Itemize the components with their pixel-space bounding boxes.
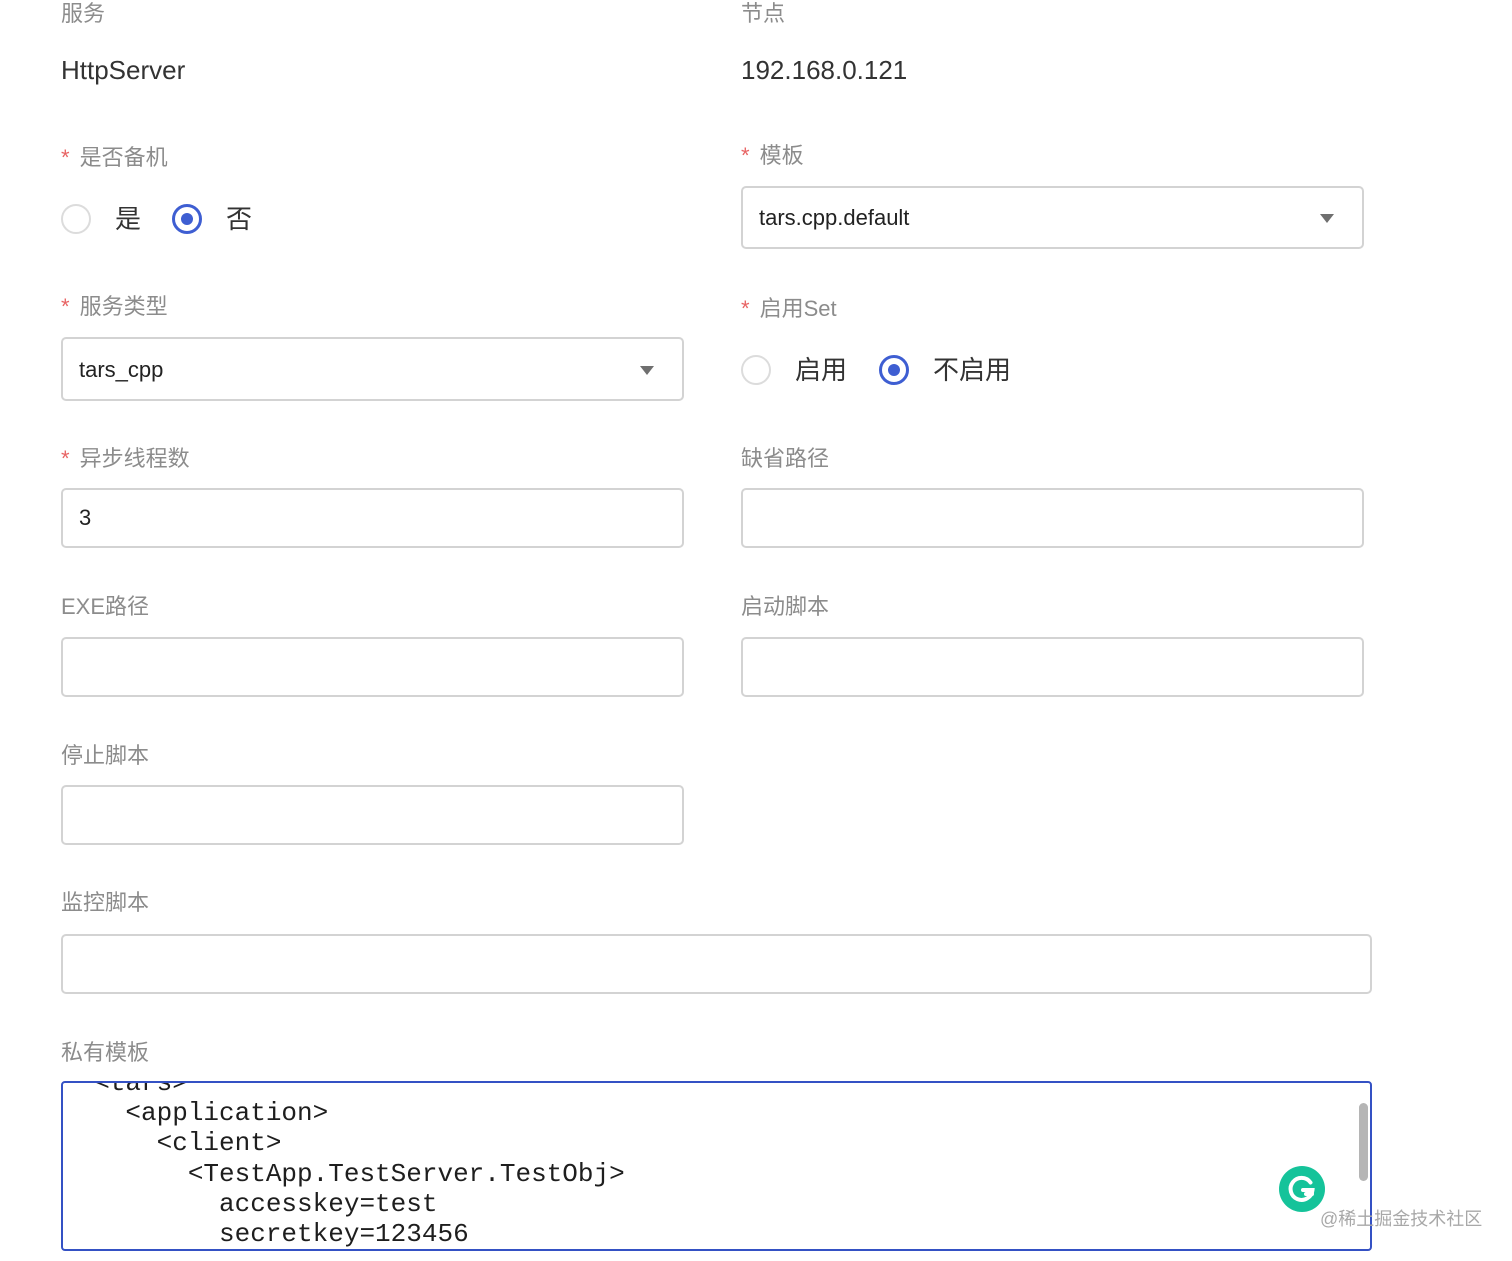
async-threads-input-value: 3 xyxy=(79,505,92,530)
code-line-1: <tars> xyxy=(63,1081,188,1098)
watermark-text: @稀土掘金技术社区 xyxy=(1320,1209,1483,1229)
template-select-value: tars.cpp.default xyxy=(759,205,910,230)
standby-radio-no-label[interactable]: 否 xyxy=(226,203,252,235)
node-value: 192.168.0.121 xyxy=(741,55,908,85)
standby-label: * 是否备机 xyxy=(61,145,168,170)
required-mark: * xyxy=(61,446,70,471)
required-mark: * xyxy=(61,294,70,319)
enable-set-radio-disable[interactable] xyxy=(879,355,909,385)
monitor-script-label: 监控脚本 xyxy=(61,890,150,915)
grammarly-g-glyph xyxy=(1288,1175,1315,1202)
default-path-label: 缺省路径 xyxy=(741,446,830,471)
template-select[interactable]: tars.cpp.default xyxy=(741,186,1364,249)
grammarly-g-icon[interactable] xyxy=(1279,1166,1325,1212)
enable-set-radio-enable[interactable] xyxy=(741,355,771,385)
monitor-script-input[interactable] xyxy=(61,934,1372,994)
required-mark: * xyxy=(741,143,750,168)
node-label: 节点 xyxy=(741,1,786,26)
async-threads-input[interactable]: 3 xyxy=(61,488,684,548)
exe-path-input[interactable] xyxy=(61,637,684,697)
private-template-label: 私有模板 xyxy=(61,1040,150,1065)
code-line-4: <TestApp.TestServer.TestObj> xyxy=(63,1159,625,1189)
enable-set-label: * 启用Set xyxy=(741,296,837,321)
enable-set-radio-group: 启用 不启用 xyxy=(741,352,1141,392)
stop-script-input[interactable] xyxy=(61,785,684,845)
service-label: 服务 xyxy=(61,1,106,26)
standby-radio-yes[interactable] xyxy=(61,204,91,234)
code-line-5: accesskey=test xyxy=(63,1189,438,1219)
start-script-input[interactable] xyxy=(741,637,1364,697)
required-mark: * xyxy=(61,145,70,170)
textarea-scrollbar[interactable] xyxy=(1359,1103,1368,1181)
code-line-6: secretkey=123456 xyxy=(63,1219,469,1249)
standby-radio-group: 是 否 xyxy=(61,200,361,240)
default-path-input[interactable] xyxy=(741,488,1364,548)
enable-set-radio-enable-label[interactable]: 启用 xyxy=(795,354,847,386)
stop-script-label: 停止脚本 xyxy=(61,743,150,768)
required-mark: * xyxy=(741,296,750,321)
exe-path-label: EXE路径 xyxy=(61,594,150,619)
service-type-label: * 服务类型 xyxy=(61,294,168,319)
chevron-down-icon xyxy=(1320,214,1334,223)
enable-set-radio-disable-label[interactable]: 不启用 xyxy=(933,354,1011,386)
standby-radio-yes-label[interactable]: 是 xyxy=(115,203,141,235)
standby-radio-no[interactable] xyxy=(172,204,202,234)
chevron-down-icon xyxy=(640,366,654,375)
private-template-textarea[interactable]: <tars> <application> <client> <TestApp.T… xyxy=(61,1081,1372,1251)
start-script-label: 启动脚本 xyxy=(741,594,830,619)
service-type-select-value: tars_cpp xyxy=(79,357,164,382)
template-label: * 模板 xyxy=(741,143,804,168)
service-value: HttpServer xyxy=(61,55,186,85)
service-type-select[interactable]: tars_cpp xyxy=(61,337,684,401)
async-threads-label: * 异步线程数 xyxy=(61,446,190,471)
code-line-3: <client> xyxy=(63,1128,282,1158)
code-line-2: <application> xyxy=(63,1098,329,1128)
